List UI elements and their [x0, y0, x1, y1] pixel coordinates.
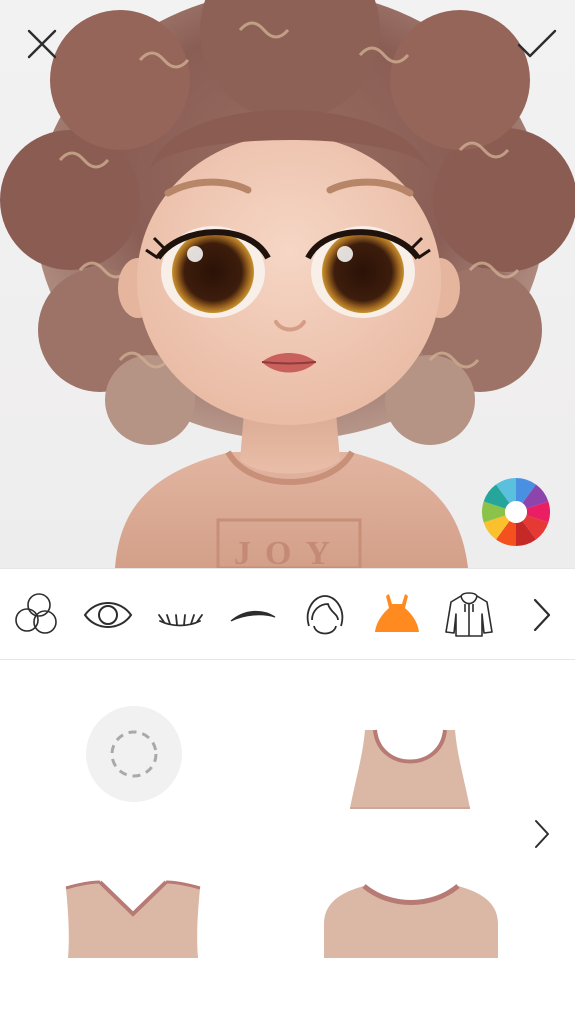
- eye-icon: [83, 602, 133, 628]
- eyebrow-icon: [230, 610, 276, 622]
- skin-tone-icon: [15, 593, 57, 634]
- close-icon: [27, 29, 57, 59]
- category-lashes[interactable]: [152, 587, 208, 643]
- empty-option-icon: [110, 730, 158, 778]
- option-tank-top[interactable]: [340, 722, 480, 812]
- hair-icon: [306, 595, 344, 635]
- category-brows[interactable]: [225, 587, 281, 643]
- option-crew-neck[interactable]: [318, 872, 504, 962]
- options-next-button[interactable]: [522, 810, 562, 858]
- checkmark-icon: [517, 29, 557, 58]
- dress-icon: [375, 594, 419, 632]
- color-wheel-icon: [482, 478, 550, 546]
- options-grid: [0, 660, 575, 1023]
- chevron-right-icon: [535, 820, 549, 848]
- color-picker-button[interactable]: [480, 476, 552, 548]
- crew-neck-icon: [324, 884, 498, 958]
- eyelashes-icon: [158, 614, 203, 627]
- confirm-button[interactable]: [512, 22, 562, 66]
- option-none[interactable]: [86, 706, 182, 802]
- category-more-button[interactable]: [515, 587, 569, 643]
- category-clothes[interactable]: [369, 587, 425, 643]
- close-button[interactable]: [20, 22, 64, 66]
- category-hair[interactable]: [297, 587, 353, 643]
- avatar-preview: JOY: [0, 0, 575, 568]
- category-toolbar: [0, 568, 575, 660]
- color-wheel-center: [505, 501, 527, 523]
- shirt-print-text: JOY: [234, 535, 344, 568]
- option-v-neck[interactable]: [58, 872, 208, 962]
- category-eyes[interactable]: [80, 587, 136, 643]
- category-outerwear[interactable]: [441, 587, 497, 643]
- hoodie-icon: [445, 592, 493, 637]
- chevron-right-icon: [533, 598, 551, 632]
- v-neck-icon: [65, 880, 201, 958]
- category-skin[interactable]: [8, 587, 64, 643]
- tank-top-icon: [350, 729, 470, 809]
